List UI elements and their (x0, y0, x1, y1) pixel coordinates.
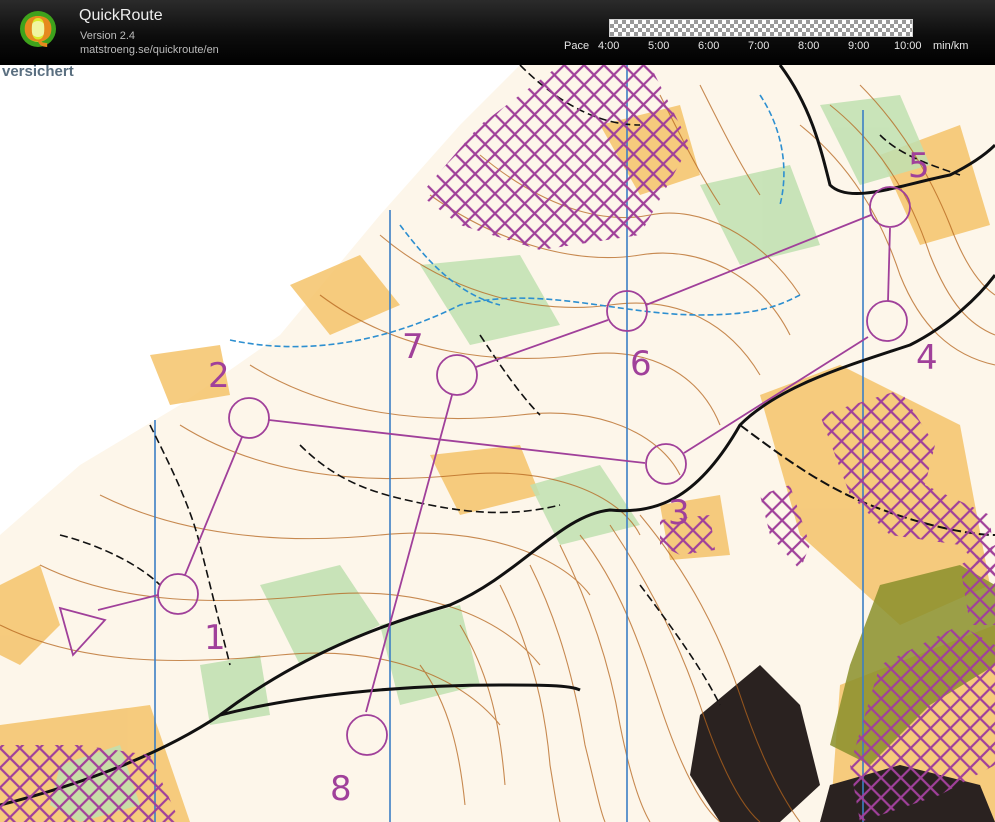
pace-unit: min/km (933, 40, 969, 52)
control-number: 5 (908, 146, 930, 186)
control-number: 1 (204, 618, 226, 658)
pace-tick: 6:00 (698, 40, 720, 52)
app-title: QuickRoute (79, 7, 163, 24)
pace-tick: 4:00 (598, 40, 620, 52)
control-number: 2 (208, 356, 230, 396)
app-url[interactable]: matstroeng.se/quickroute/en (80, 44, 219, 56)
app-header: Q QuickRoute Version 2.4 matstroeng.se/q… (0, 0, 995, 65)
pace-tick: 7:00 (748, 40, 770, 52)
orienteering-map[interactable]: 1 2 3 4 5 6 7 8 versichert (0, 65, 995, 822)
pace-tick: 8:00 (798, 40, 820, 52)
control-number: 3 (668, 493, 690, 533)
pace-scale-bar (609, 19, 913, 37)
pace-tick: 9:00 (848, 40, 870, 52)
quickroute-logo-icon: Q (20, 10, 56, 50)
control-number: 4 (916, 338, 938, 378)
control-number: 6 (630, 344, 652, 384)
map-corner-text: versichert (2, 65, 74, 80)
app-version: Version 2.4 (80, 30, 136, 42)
pace-tick: 5:00 (648, 40, 670, 52)
pace-label: Pace (564, 40, 590, 52)
control-number: 7 (402, 327, 424, 367)
pace-tick: 10:00 (894, 40, 922, 52)
map-canvas[interactable]: 1 2 3 4 5 6 7 8 (0, 65, 995, 822)
control-number: 8 (330, 769, 352, 809)
logo-letter: Q (23, 10, 53, 50)
